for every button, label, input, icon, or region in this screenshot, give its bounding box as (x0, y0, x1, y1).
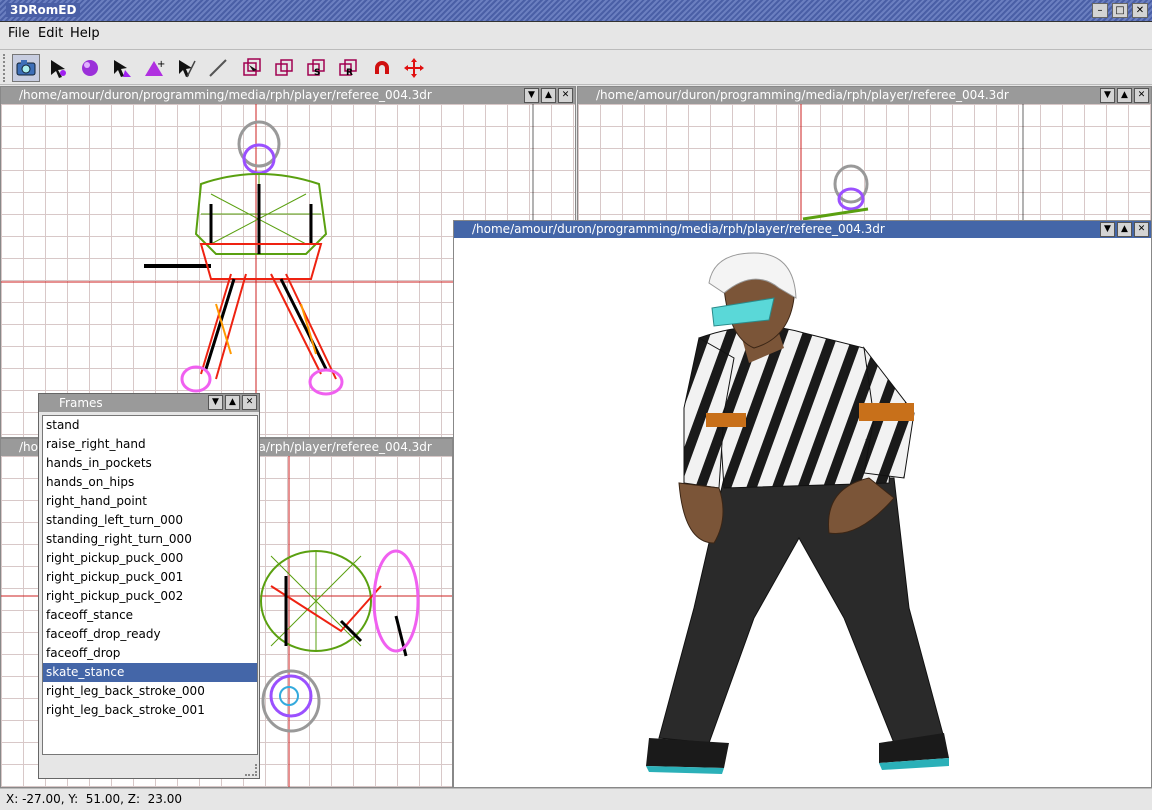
frame-item[interactable]: stand (43, 416, 257, 435)
select-triangle-button[interactable] (108, 54, 136, 82)
move-arrows-icon (404, 58, 424, 78)
rotate-box-button[interactable]: R (334, 54, 362, 82)
viewport-front-maximize-button[interactable]: ▲ (541, 88, 556, 103)
viewport-render-title: /home/amour/duron/programming/media/rph/… (454, 221, 1151, 238)
frame-item[interactable]: faceoff_stance (43, 606, 257, 625)
cursor-coordinates: X: -27.00, Y: 51.00, Z: 23.00 (6, 792, 183, 806)
magnet-tool-button[interactable] (368, 54, 396, 82)
frame-item[interactable]: right_leg_back_stroke_000 (43, 682, 257, 701)
minimize-button[interactable]: – (1092, 3, 1108, 18)
viewport-front-title: /home/amour/duron/programming/media/rph/… (1, 87, 575, 104)
cube-icon (275, 59, 293, 76)
close-button[interactable]: ✕ (1132, 3, 1148, 18)
add-triangle-icon: + (145, 59, 165, 76)
viewport-side-maximize-button[interactable]: ▲ (1117, 88, 1132, 103)
add-triangle-button[interactable]: + (140, 54, 168, 82)
viewport-render-minimize-button[interactable]: ▼ (1100, 222, 1115, 237)
svg-text:S: S (314, 68, 320, 78)
viewport-side-title: /home/amour/duron/programming/media/rph/… (578, 87, 1151, 104)
cube-tool-button[interactable] (270, 54, 298, 82)
box-select-button[interactable] (238, 54, 266, 82)
select-vertex-icon (51, 60, 66, 78)
menu-edit[interactable]: Edit (38, 26, 63, 41)
move-tool-button[interactable] (400, 54, 428, 82)
frame-item[interactable]: right_pickup_puck_002 (43, 587, 257, 606)
frame-item[interactable]: skate_stance (43, 663, 257, 682)
menu-file[interactable]: File (8, 26, 30, 41)
sphere-tool-button[interactable] (76, 54, 104, 82)
frame-item[interactable]: standing_left_turn_000 (43, 511, 257, 530)
viewport-side-minimize-button[interactable]: ▼ (1100, 88, 1115, 103)
menu-bar: File Edit Help (0, 22, 1152, 46)
toolbar-grip[interactable] (3, 54, 7, 82)
frame-item[interactable]: right_pickup_puck_001 (43, 568, 257, 587)
frames-maximize-button[interactable]: ▲ (225, 395, 240, 410)
frame-item[interactable]: raise_right_hand (43, 435, 257, 454)
box-select-icon (243, 58, 261, 76)
frame-item[interactable]: right_pickup_puck_000 (43, 549, 257, 568)
frame-item[interactable]: right_hand_point (43, 492, 257, 511)
frames-minimize-button[interactable]: ▼ (208, 395, 223, 410)
magnet-icon (375, 61, 389, 74)
viewport-front-close-button[interactable]: ✕ (558, 88, 573, 103)
svg-text:R: R (346, 68, 353, 78)
app-title-bar[interactable]: 3DRomED – □ ✕ (0, 0, 1152, 22)
frame-item[interactable]: standing_right_turn_000 (43, 530, 257, 549)
line-tool-button[interactable] (204, 54, 232, 82)
referee-model-render (646, 252, 949, 774)
svg-text:+: + (157, 59, 165, 70)
pick-edge-icon (179, 60, 196, 78)
frame-item[interactable]: faceoff_drop (43, 644, 257, 663)
viewport-front-minimize-button[interactable]: ▼ (524, 88, 539, 103)
menu-help[interactable]: Help (70, 26, 100, 41)
camera-tool-button[interactable] (12, 54, 40, 82)
sphere-icon (82, 60, 98, 76)
select-vertex-button[interactable] (44, 54, 72, 82)
frame-item[interactable]: right_leg_back_stroke_001 (43, 701, 257, 720)
viewport-render-close-button[interactable]: ✕ (1134, 222, 1149, 237)
camera-icon (16, 60, 36, 76)
rotate-box-icon: R (339, 59, 357, 78)
frames-close-button[interactable]: ✕ (242, 395, 257, 410)
app-title: 3DRomED (6, 3, 81, 17)
viewport-render-maximize-button[interactable]: ▲ (1117, 222, 1132, 237)
select-triangle-icon (114, 60, 131, 77)
viewport-render[interactable]: /home/amour/duron/programming/media/rph/… (453, 220, 1152, 788)
pick-edge-button[interactable] (172, 54, 200, 82)
scale-box-icon: S (307, 59, 325, 78)
frame-item[interactable]: faceoff_drop_ready (43, 625, 257, 644)
resize-grip[interactable] (245, 764, 257, 776)
scale-box-button[interactable]: S (302, 54, 330, 82)
line-icon (209, 59, 227, 77)
frame-item[interactable]: hands_on_hips (43, 473, 257, 492)
frames-list[interactable]: stand raise_right_hand hands_in_pockets han… (42, 415, 258, 755)
viewport-side-close-button[interactable]: ✕ (1134, 88, 1149, 103)
toolbar: + S R (0, 49, 1152, 85)
frames-dialog[interactable]: Frames ▼ ▲ ✕ stand raise_right_hand hands_… (38, 393, 260, 779)
render-canvas[interactable] (454, 238, 1151, 787)
status-bar: X: -27.00, Y: 51.00, Z: 23.00 (0, 788, 1152, 810)
maximize-button[interactable]: □ (1112, 3, 1128, 18)
frame-item[interactable]: hands_in_pockets (43, 454, 257, 473)
